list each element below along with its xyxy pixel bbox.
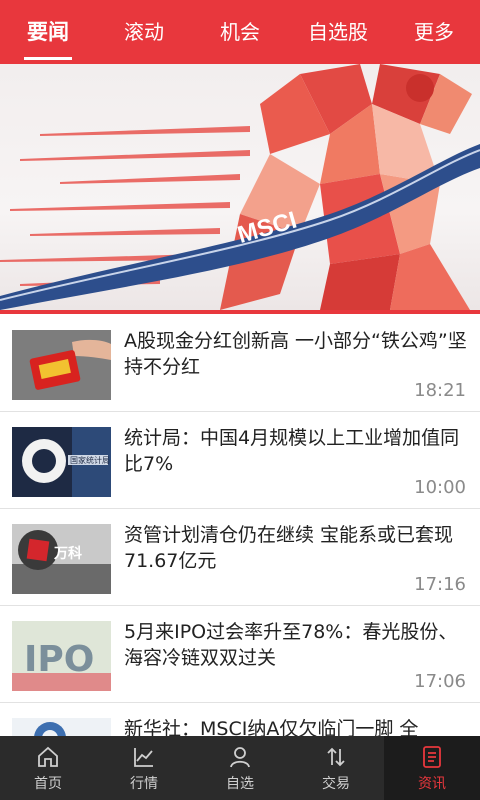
- statistics-bureau-building-icon: 国家统计局: [12, 427, 111, 497]
- tab-watchlist[interactable]: 自选股: [296, 0, 380, 64]
- news-thumbnail: 国家统计局: [12, 427, 111, 497]
- news-headline: 5月来IPO过会率升至78%：春光股份、海容冷链双双过关: [124, 621, 458, 669]
- person-icon: [230, 747, 250, 768]
- news-time: 18:21: [414, 380, 466, 401]
- news-time: 17:16: [414, 574, 466, 595]
- nav-news[interactable]: 资讯: [384, 736, 480, 800]
- vanke-logo-icon: 万科: [12, 524, 111, 594]
- nav-market[interactable]: 行情: [96, 736, 192, 800]
- tab-headlines[interactable]: 要闻: [18, 0, 78, 64]
- nav-trade[interactable]: 交易: [288, 736, 384, 800]
- news-document-icon: [423, 746, 441, 768]
- ipo-letters-icon: IPO: [12, 621, 111, 691]
- news-thumbnail: IPO: [12, 621, 111, 691]
- svg-text:国家统计局: 国家统计局: [70, 455, 110, 465]
- news-thumbnail: [12, 718, 111, 736]
- nav-home[interactable]: 首页: [0, 736, 96, 800]
- home-icon: [38, 746, 58, 767]
- news-list: A股现金分红创新高 一小部分“铁公鸡”坚持不分红 18:21 国家统计局 统计局…: [0, 314, 480, 736]
- market-chart-icon: [134, 748, 153, 767]
- runner-illustration: MSCI: [0, 64, 480, 310]
- news-time: 17:06: [414, 671, 466, 692]
- news-item[interactable]: IPO 5月来IPO过会率升至78%：春光股份、海容冷链双双过关 17:06: [0, 605, 480, 703]
- news-item[interactable]: 万科 资管计划清仓仍在继续 宝能系或已套现71.67亿元 17:16: [0, 508, 480, 606]
- active-tab-indicator: [24, 57, 72, 60]
- featured-banner[interactable]: MSCI: [0, 64, 480, 310]
- tab-opportunities[interactable]: 机会: [208, 0, 272, 64]
- vanke-logo-text: 万科: [53, 545, 82, 562]
- nav-label: 资讯: [418, 776, 446, 792]
- news-item[interactable]: 国家统计局 统计局：中国4月规模以上工业增加值同比7% 10:00: [0, 411, 480, 509]
- top-tab-bar: 要闻 滚动 机会 自选股 更多: [0, 0, 480, 64]
- news-headline: A股现金分红创新高 一小部分“铁公鸡”坚持不分红: [124, 330, 467, 378]
- nav-label: 自选: [226, 776, 254, 792]
- nav-label: 交易: [322, 776, 350, 792]
- tab-rolling[interactable]: 滚动: [112, 0, 176, 64]
- nav-watchlist[interactable]: 自选: [192, 736, 288, 800]
- news-headline: 资管计划清仓仍在继续 宝能系或已套现71.67亿元: [124, 524, 454, 572]
- tab-more[interactable]: 更多: [404, 0, 464, 64]
- news-item[interactable]: 新华社：MSCI纳A仅欠临门一脚 全: [0, 702, 480, 736]
- red-envelope-hand-icon: [12, 330, 111, 400]
- emblem-icon: [12, 718, 111, 736]
- news-thumbnail: [12, 330, 111, 400]
- news-item[interactable]: A股现金分红创新高 一小部分“铁公鸡”坚持不分红 18:21: [0, 314, 480, 412]
- nav-label: 首页: [34, 776, 62, 792]
- ipo-thumb-text: IPO: [24, 639, 94, 680]
- bottom-nav-bar: 首页 行情 自选 交易 资讯: [0, 736, 480, 800]
- news-thumbnail: 万科: [12, 524, 111, 594]
- news-headline: 统计局：中国4月规模以上工业增加值同比7%: [124, 427, 460, 475]
- news-time: 10:00: [414, 477, 466, 498]
- news-headline: 新华社：MSCI纳A仅欠临门一脚 全: [124, 718, 419, 736]
- nav-label: 行情: [130, 776, 158, 792]
- trade-arrows-icon: [327, 747, 345, 767]
